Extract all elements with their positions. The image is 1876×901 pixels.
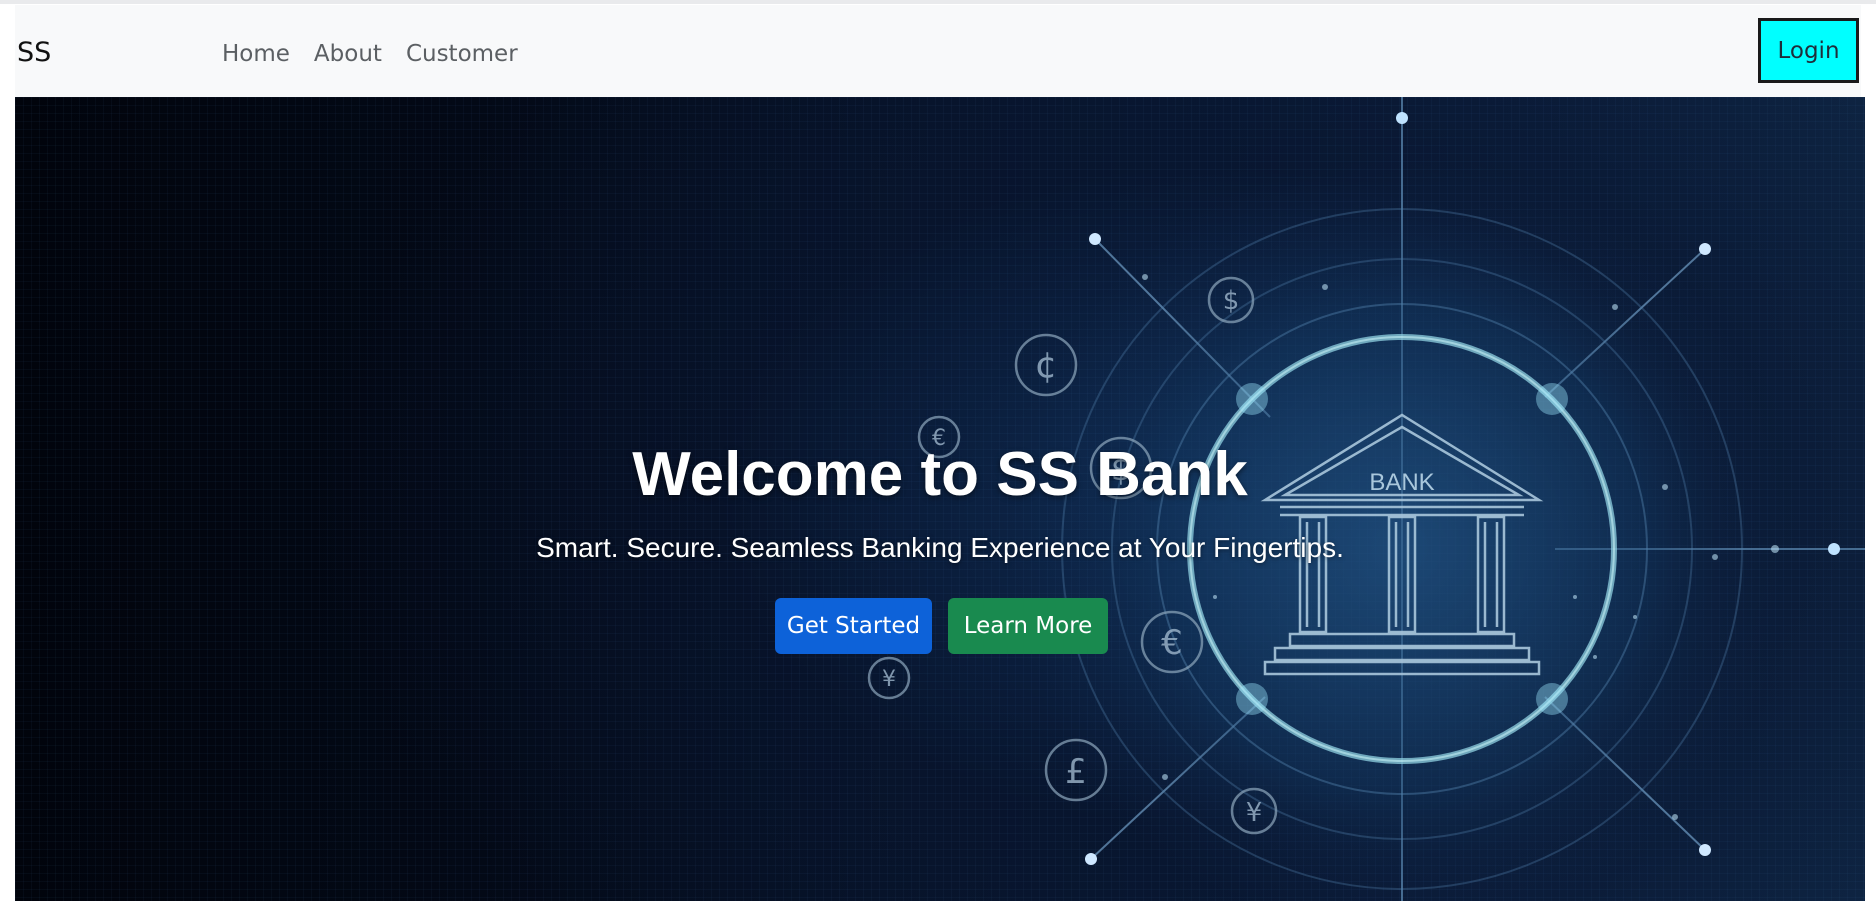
nav-links: Home About Customer (210, 43, 530, 66)
get-started-button[interactable]: Get Started (775, 598, 932, 654)
currency-symbol: ¥ (882, 667, 896, 692)
currency-symbol: £ (1065, 752, 1087, 792)
nav-link-about[interactable]: About (302, 43, 394, 66)
nav-link-home[interactable]: Home (210, 43, 302, 66)
page: SS Home About Customer Login BANK $ ¢ € … (0, 0, 1876, 901)
currency-symbol: ¥ (1246, 798, 1263, 828)
navbar: SS Home About Customer Login (15, 5, 1861, 97)
nav-link-customer[interactable]: Customer (394, 43, 530, 66)
currency-symbol: ¢ (1035, 345, 1058, 386)
currency-symbol: € (1161, 623, 1183, 663)
login-button[interactable]: Login (1758, 18, 1859, 83)
learn-more-button[interactable]: Learn More (948, 598, 1108, 654)
currency-symbol: $ (1223, 286, 1240, 316)
hero-title: Welcome to SS Bank (632, 440, 1248, 509)
hero-subtitle: Smart. Secure. Seamless Banking Experien… (536, 532, 1344, 563)
navbar-brand[interactable]: SS (17, 39, 51, 66)
hero-section: BANK $ ¢ € £ ¥ ¥ € $ Welcome to SS Bank … (15, 97, 1865, 901)
top-edge (0, 0, 1876, 4)
